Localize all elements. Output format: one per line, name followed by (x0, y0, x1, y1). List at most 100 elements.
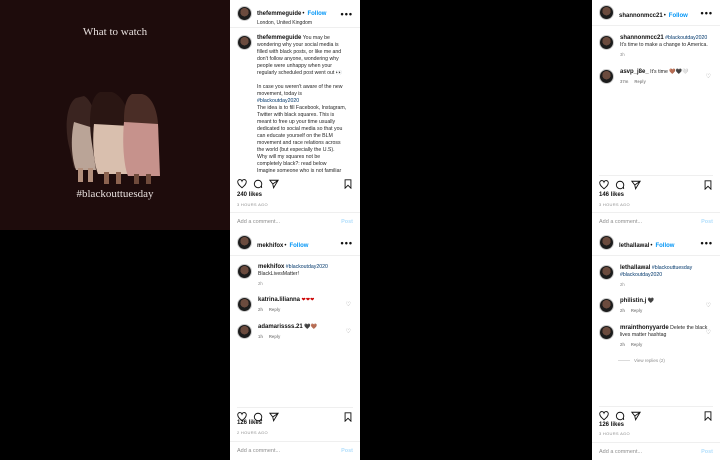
avatar[interactable] (599, 298, 614, 313)
caption-text: It's time to make a change to America. (620, 42, 708, 48)
caption-username[interactable]: lethallawal (620, 265, 650, 271)
reply-button[interactable]: Reply (634, 79, 645, 84)
caption-hashtag[interactable]: #blackoutday2020 (286, 264, 328, 270)
follow-button[interactable]: Follow (669, 13, 688, 19)
follow-button[interactable]: Follow (289, 243, 308, 249)
caption-hashtag[interactable]: #blackoutday2020 (665, 35, 707, 41)
add-comment-input[interactable]: Add a comment... (599, 219, 642, 225)
likes-count[interactable]: 126 likes (237, 420, 262, 426)
post-time: 3 HOURS AGO (599, 202, 630, 207)
bookmark-icon[interactable] (343, 179, 353, 189)
add-comment-input[interactable]: Add a comment... (237, 448, 280, 454)
avatar[interactable] (237, 324, 252, 339)
comment-username[interactable]: asvp_j8e_ (620, 69, 649, 75)
comment-like-icon[interactable]: ♡ (706, 302, 711, 309)
caption-line: You may be (302, 35, 330, 41)
avatar[interactable] (599, 265, 614, 280)
avatar[interactable] (237, 35, 252, 50)
action-bar (599, 406, 713, 421)
separator-dot: • (284, 242, 287, 249)
caption-line: Imagine someone who is not familiar (257, 168, 342, 174)
username[interactable]: lethallawal (619, 243, 649, 249)
more-options-icon[interactable]: ••• (701, 238, 713, 248)
likes-count[interactable]: 240 likes (237, 192, 262, 198)
username[interactable]: mekhifox (257, 243, 283, 249)
separator-dot: • (663, 12, 666, 19)
post-comment-button[interactable]: Post (341, 219, 353, 225)
action-bar (599, 175, 713, 190)
share-icon[interactable] (631, 180, 641, 190)
comment-icon[interactable] (253, 179, 263, 189)
comment-username[interactable]: katrina.lilianna (258, 297, 300, 303)
comment-like-icon[interactable]: ♡ (346, 328, 351, 335)
add-comment-input[interactable]: Add a comment... (237, 219, 280, 225)
add-comment-row: Add a comment... Post (230, 212, 360, 230)
username[interactable]: shannonmcc21 (619, 13, 663, 19)
more-options-icon[interactable]: ••• (701, 8, 713, 18)
add-comment-input[interactable]: Add a comment... (599, 449, 642, 455)
share-icon[interactable] (631, 411, 641, 421)
avatar[interactable] (237, 235, 252, 250)
reply-button[interactable]: Reply (631, 308, 642, 313)
reply-button[interactable]: Reply (631, 342, 642, 347)
separator-dot: • (302, 10, 305, 17)
avatar[interactable] (599, 235, 614, 250)
avatar[interactable] (599, 69, 614, 84)
location[interactable]: London, United Kingdom (257, 20, 326, 26)
caption-line: meant to free up your time usually (257, 119, 336, 125)
likes-count[interactable]: 126 likes (599, 422, 624, 428)
post-comment-button[interactable]: Post (701, 449, 713, 455)
add-comment-row: Add a comment... Post (230, 441, 360, 460)
heart-icon[interactable] (599, 411, 609, 421)
heart-icon[interactable] (599, 180, 609, 190)
caption-username[interactable]: mekhifox (258, 264, 284, 270)
more-options-icon[interactable]: ••• (341, 9, 353, 19)
caption-time: 2h (620, 282, 625, 287)
replies-divider (618, 360, 630, 362)
comment-like-icon[interactable]: ♡ (706, 73, 711, 80)
bookmark-icon[interactable] (703, 180, 713, 190)
comment-like-icon[interactable]: ♡ (346, 301, 351, 308)
avatar[interactable] (237, 297, 252, 312)
follow-button[interactable]: Follow (307, 11, 326, 17)
username[interactable]: thefemmeguide (257, 11, 301, 17)
post-comment-button[interactable]: Post (341, 448, 353, 454)
bookmark-icon[interactable] (343, 412, 353, 422)
caption-time: 3h (620, 52, 625, 57)
comment-username[interactable]: philistin.j (620, 298, 646, 304)
likes-count[interactable]: 146 likes (599, 192, 624, 198)
caption-text: BlackLivesMatter! (258, 271, 299, 277)
avatar[interactable] (237, 6, 252, 21)
caption-line: dedicated to social media so that you (257, 126, 343, 132)
reply-button[interactable]: Reply (269, 334, 280, 339)
comment-like-icon[interactable]: ♡ (706, 329, 711, 336)
caption-time: 2h (258, 281, 263, 286)
share-icon[interactable] (269, 412, 279, 422)
view-replies-label[interactable]: View replies (2) (634, 358, 665, 363)
more-options-icon[interactable]: ••• (341, 238, 353, 248)
comment-username[interactable]: adamarissss.21 (258, 324, 303, 330)
post-comment-button[interactable]: Post (701, 219, 713, 225)
caption-hashtag[interactable]: #blackoutday2020 (257, 98, 299, 104)
heart-icon[interactable] (237, 179, 247, 189)
comment-username[interactable]: mrainthonyyarde (620, 325, 669, 331)
avatar[interactable] (599, 325, 614, 340)
view-replies[interactable]: View replies (2) (618, 358, 665, 363)
comment-icon[interactable] (615, 180, 625, 190)
avatar[interactable] (599, 5, 614, 20)
caption-line: filled with black posts, or like me and (257, 49, 342, 55)
comment-time: 2h (620, 342, 625, 347)
separator-dot: • (650, 242, 653, 249)
caption-line: movement, today is (257, 91, 302, 97)
comment-icon[interactable] (615, 411, 625, 421)
reply-button[interactable]: Reply (269, 307, 280, 312)
caption-line: people were unhappy when your (257, 63, 332, 69)
share-icon[interactable] (269, 179, 279, 189)
caption-username[interactable]: shannonmcc21 (620, 35, 664, 41)
avatar[interactable] (599, 35, 614, 50)
follow-button[interactable]: Follow (655, 243, 674, 249)
avatar[interactable] (237, 264, 252, 279)
bookmark-icon[interactable] (703, 411, 713, 421)
post-header: thefemmeguide• Follow London, United King… (230, 0, 360, 28)
caption-username[interactable]: thefemmeguide (257, 35, 301, 41)
